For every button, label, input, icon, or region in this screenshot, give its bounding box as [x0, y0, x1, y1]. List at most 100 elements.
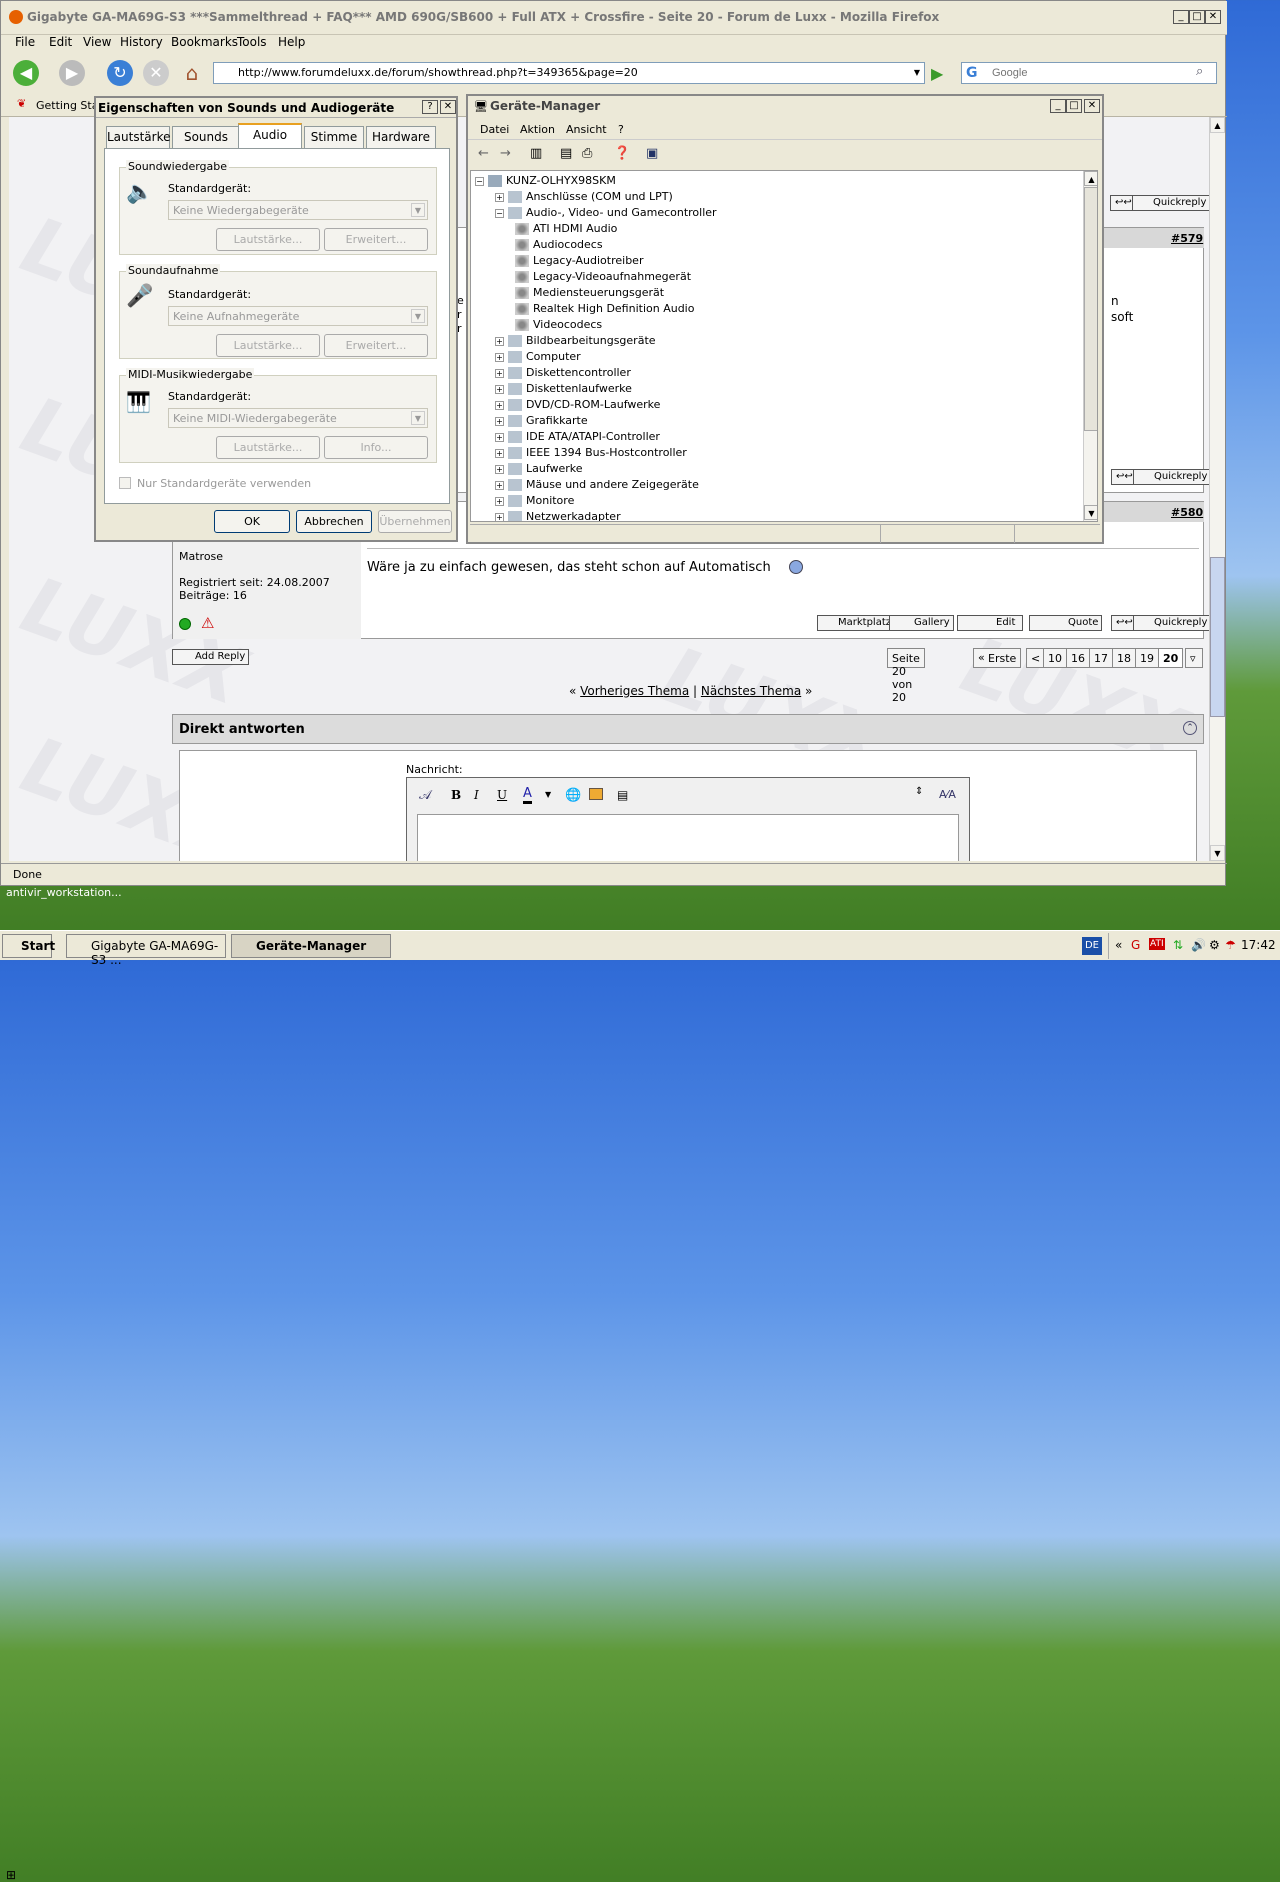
bookmark-getting-started[interactable]: Getting Star	[36, 99, 103, 112]
antivir-tray-icon[interactable]: ☂	[1225, 938, 1236, 952]
color-dropdown-icon[interactable]: ▼	[545, 790, 551, 799]
quote-tag-icon[interactable]: ▤	[617, 788, 628, 802]
expand-icon[interactable]: +	[495, 448, 504, 458]
dialog-titlebar[interactable]: Eigenschaften von Sounds und Audiogeräte…	[96, 98, 456, 118]
go-icon[interactable]: ▶	[931, 64, 943, 83]
tree-item[interactable]: + Diskettenlaufwerke	[495, 382, 632, 395]
tray-expand-icon[interactable]: «	[1115, 938, 1122, 952]
firefox-titlebar[interactable]: Gigabyte GA-MA69G-S3 ***Sammelthread + F…	[1, 1, 1227, 35]
expand-icon[interactable]: +	[495, 384, 504, 394]
tree-item[interactable]: Videocodecs	[515, 318, 602, 331]
expand-icon[interactable]: +	[495, 352, 504, 362]
expand-icon[interactable]: +	[495, 192, 504, 202]
add-reply-button[interactable]: Add Reply	[172, 649, 250, 665]
dialog-close-button[interactable]: ✕	[440, 100, 456, 114]
tree-item[interactable]: Audiocodecs	[515, 238, 603, 251]
dm-maximize-button[interactable]: □	[1066, 99, 1082, 113]
midi-device-select[interactable]: Keine MIDI-Wiedergabegeräte ▼	[168, 408, 428, 428]
page-20[interactable]: 20	[1158, 648, 1184, 668]
page-10[interactable]: 10	[1043, 648, 1067, 668]
tree-item[interactable]: Legacy-Videoaufnahmegerät	[515, 270, 691, 283]
expand-icon[interactable]: +	[495, 432, 504, 442]
playback-volume-button[interactable]: Lautstärke...	[216, 228, 320, 251]
start-button[interactable]: Start	[2, 934, 55, 958]
tree-item[interactable]: + Computer	[495, 350, 581, 363]
underline-icon[interactable]: U	[497, 788, 507, 802]
remove-format-icon[interactable]: 𝒜	[419, 788, 431, 803]
ati-tray-icon[interactable]: ATI	[1149, 938, 1165, 950]
tree-item[interactable]: + Anschlüsse (COM und LPT)	[495, 190, 673, 203]
font-color-icon[interactable]: A	[523, 786, 532, 804]
marketplace-button[interactable]: Marktplatz	[817, 615, 896, 631]
midi-volume-button[interactable]: Lautstärke...	[216, 436, 320, 459]
tab-volume[interactable]: Lautstärke	[106, 126, 171, 148]
volume-tray-icon[interactable]: 🔊	[1191, 938, 1206, 952]
tree-root[interactable]: − KUNZ-OLHYX98SKM	[475, 174, 616, 187]
quote-button[interactable]: Quote	[1029, 615, 1103, 631]
resize-icon[interactable]: ⇕	[915, 786, 923, 797]
expand-icon[interactable]: +	[495, 400, 504, 410]
tree-item[interactable]: + Grafikkarte	[495, 414, 588, 427]
bold-icon[interactable]: B	[451, 788, 461, 802]
dm-properties-icon[interactable]: ▤	[560, 146, 572, 161]
dm-back-icon[interactable]: ←	[478, 146, 489, 161]
expand-icon[interactable]: +	[495, 336, 504, 346]
message-textarea[interactable]	[417, 814, 959, 861]
close-button[interactable]: ✕	[1205, 10, 1221, 24]
page-scrollbar[interactable]: ▲ ▼	[1209, 117, 1225, 861]
scroll-up-icon[interactable]: ▲	[1210, 117, 1225, 133]
prev-thread-link[interactable]: Vorheriges Thema	[580, 684, 689, 698]
next-thread-link[interactable]: Nächstes Thema	[701, 684, 801, 698]
tree-item[interactable]: + DVD/CD-ROM-Laufwerke	[495, 398, 660, 411]
tab-voice[interactable]: Stimme	[304, 126, 364, 148]
italic-icon[interactable]: I	[474, 788, 479, 802]
minimize-button[interactable]: _	[1173, 10, 1189, 24]
tree-item[interactable]: + Mäuse und andere Zeigegeräte	[495, 478, 699, 491]
collapse-icon[interactable]: ⌃	[1183, 721, 1197, 735]
desktop-icon-label[interactable]: antivir_workstation...	[6, 886, 122, 899]
tree-item[interactable]: ATI HDMI Audio	[515, 222, 617, 235]
gallery-button[interactable]: Gallery	[889, 615, 954, 631]
menu-help[interactable]: Help	[278, 35, 305, 49]
url-bar[interactable]: http://www.forumdeluxx.de/forum/showthre…	[213, 62, 925, 84]
midi-info-button[interactable]: Info...	[324, 436, 428, 459]
page-menu-icon[interactable]: ▿	[1185, 648, 1203, 668]
expand-icon[interactable]: +	[495, 496, 504, 506]
tab-sounds[interactable]: Sounds	[172, 126, 240, 148]
tree-item[interactable]: Mediensteuerungsgerät	[515, 286, 664, 299]
expand-icon[interactable]: +	[495, 368, 504, 378]
playback-advanced-button[interactable]: Erweitert...	[324, 228, 428, 251]
dm-close-button[interactable]: ✕	[1084, 99, 1100, 113]
post-number-580[interactable]: #580	[1171, 506, 1203, 519]
google-tray-icon[interactable]: G	[1131, 938, 1140, 952]
tree-item[interactable]: + IEEE 1394 Bus-Hostcontroller	[495, 446, 687, 459]
report-icon[interactable]: ⚠	[201, 614, 214, 632]
search-input[interactable]	[992, 65, 1192, 81]
recording-advanced-button[interactable]: Erweitert...	[324, 334, 428, 357]
expand-icon[interactable]: +	[495, 512, 504, 521]
dm-forward-icon[interactable]: →	[500, 146, 511, 161]
dm-scan-icon[interactable]: ▣	[646, 146, 658, 161]
page-16[interactable]: 16	[1066, 648, 1090, 668]
tree-item[interactable]: + Diskettencontroller	[495, 366, 631, 379]
link-icon[interactable]: 🌐	[565, 788, 581, 803]
reload-icon[interactable]: ↻	[107, 60, 133, 86]
menu-edit[interactable]: Edit	[49, 35, 72, 49]
back-icon[interactable]: ◀	[13, 60, 39, 86]
dm-help-icon[interactable]: ❓	[614, 146, 630, 161]
tab-hardware[interactable]: Hardware	[366, 126, 436, 148]
tree-item[interactable]: + Laufwerke	[495, 462, 583, 475]
dm-menu-view[interactable]: Ansicht	[566, 123, 607, 136]
post-number-579[interactable]: #579	[1171, 232, 1203, 245]
tree-item[interactable]: + Netzwerkadapter	[495, 510, 621, 521]
tree-item[interactable]: Realtek High Definition Audio	[515, 302, 694, 315]
dm-minimize-button[interactable]: _	[1050, 99, 1066, 113]
image-icon[interactable]	[589, 788, 603, 800]
scroll-down-icon[interactable]: ▼	[1210, 845, 1225, 861]
search-bar[interactable]: G ⌕	[961, 62, 1217, 84]
tree-scrollbar[interactable]: ▲ ▼	[1083, 171, 1097, 521]
tree-item[interactable]: + Monitore	[495, 494, 574, 507]
recording-volume-button[interactable]: Lautstärke...	[216, 334, 320, 357]
home-icon[interactable]: ⌂	[179, 60, 205, 86]
usb-tray-icon[interactable]: ⚙	[1209, 938, 1220, 952]
